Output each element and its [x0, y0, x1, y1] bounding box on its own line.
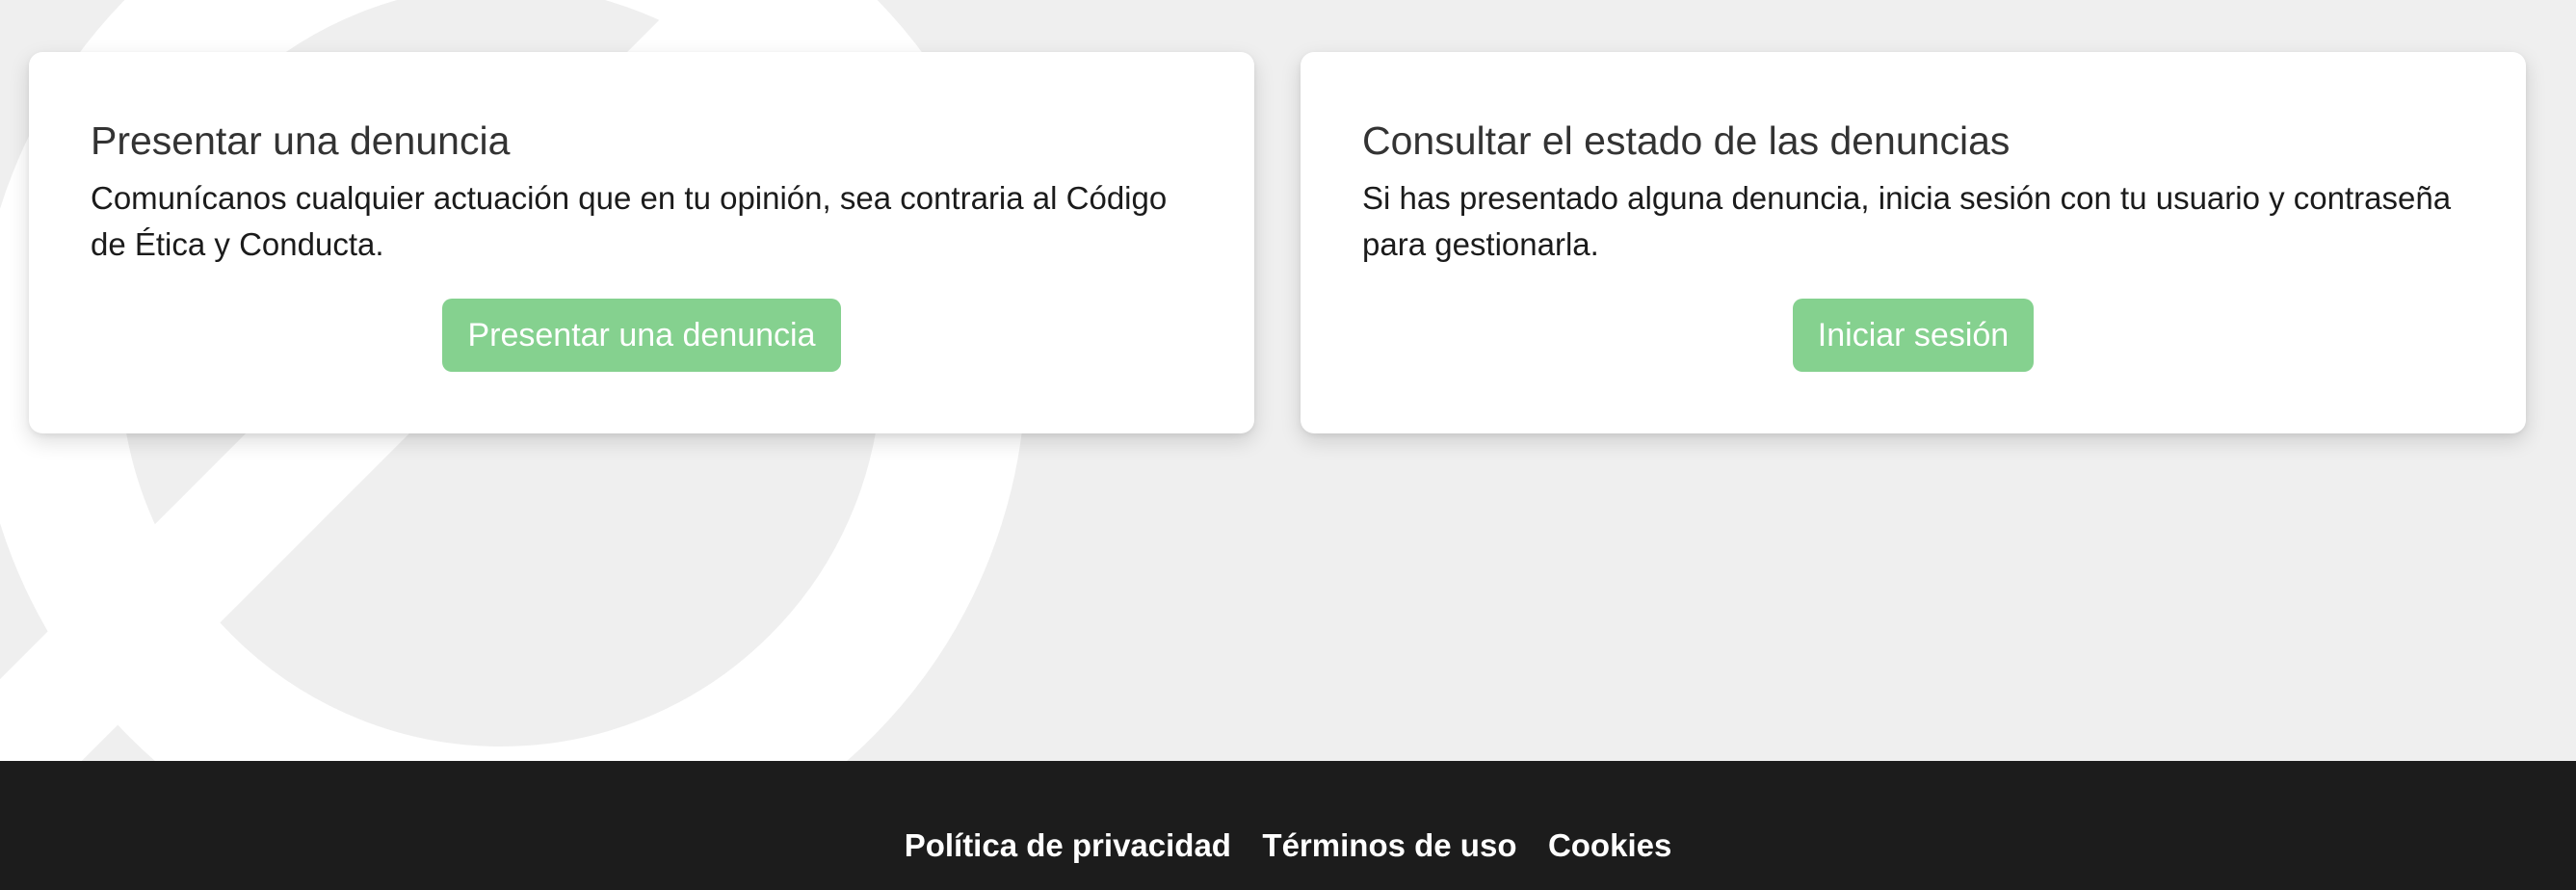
page: Presentar una denuncia Comunícanos cualq…	[0, 0, 2576, 890]
login-button-wrapper: Iniciar sesión	[1301, 299, 2526, 372]
footer: Política de privacidad Términos de uso C…	[0, 761, 2576, 890]
status-card-title: Consultar el estado de las denuncias	[1362, 118, 2011, 163]
status-card-description: Si has presentado alguna denuncia, inici…	[1362, 180, 2452, 262]
report-card-title: Presentar una denuncia	[91, 118, 511, 163]
terms-of-use-link[interactable]: Términos de uso	[1262, 825, 1516, 867]
submit-report-button[interactable]: Presentar una denuncia	[442, 299, 841, 372]
main-content: Presentar una denuncia Comunícanos cualq…	[0, 0, 2576, 761]
report-button-wrapper: Presentar una denuncia	[29, 299, 1254, 372]
cookies-link[interactable]: Cookies	[1548, 825, 1671, 867]
privacy-policy-link[interactable]: Política de privacidad	[905, 825, 1231, 867]
report-card: Presentar una denuncia Comunícanos cualq…	[29, 52, 1254, 433]
report-card-description: Comunícanos cualquier actuación que en t…	[91, 180, 1168, 262]
login-button[interactable]: Iniciar sesión	[1792, 299, 2035, 372]
status-card: Consultar el estado de las denuncias Si …	[1301, 52, 2526, 433]
footer-nav: Política de privacidad Términos de uso C…	[0, 825, 2576, 867]
